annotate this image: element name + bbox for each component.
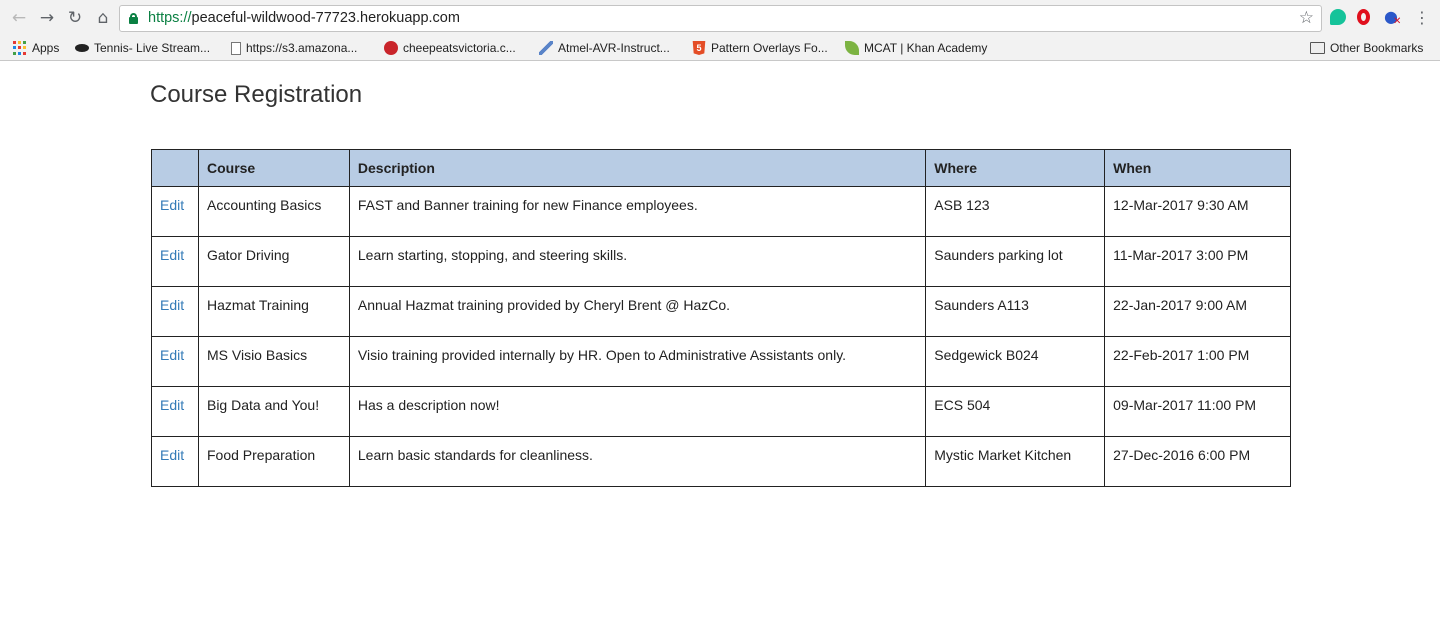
edit-link[interactable]: Edit bbox=[160, 297, 184, 313]
bookmark-mcat[interactable]: MCAT | Khan Academy bbox=[845, 39, 987, 57]
reload-icon[interactable]: ↻ bbox=[65, 8, 85, 28]
course-cell: Food Preparation bbox=[197, 436, 350, 487]
edit-link[interactable]: Edit bbox=[160, 197, 184, 213]
table-row: Edit Food Preparation Learn basic standa… bbox=[151, 436, 1291, 487]
table-row: Edit Accounting Basics FAST and Banner t… bbox=[151, 186, 1291, 237]
bookmark-label: Tennis- Live Stream... bbox=[94, 41, 211, 55]
table-row: Edit Gator Driving Learn starting, stopp… bbox=[151, 236, 1291, 287]
where-cell: Saunders parking lot bbox=[925, 236, 1106, 287]
back-arrow-icon[interactable]: ← bbox=[9, 8, 29, 28]
action-cell: Edit bbox=[151, 436, 199, 487]
crab-icon bbox=[384, 41, 398, 55]
where-cell: Sedgewick B024 bbox=[925, 336, 1106, 387]
lock-icon bbox=[129, 13, 138, 24]
url-text[interactable]: https://peaceful-wildwood-77723.herokuap… bbox=[148, 10, 460, 26]
where-cell: Mystic Market Kitchen bbox=[925, 436, 1106, 487]
forward-arrow-icon[interactable]: → bbox=[37, 8, 57, 28]
leaf-icon bbox=[845, 41, 859, 55]
description-cell: Has a description now! bbox=[348, 386, 927, 437]
bookmarks-bar: Apps Tennis- Live Stream... https://s3.a… bbox=[0, 36, 1440, 60]
edit-link[interactable]: Edit bbox=[160, 447, 184, 463]
course-cell: Accounting Basics bbox=[197, 186, 350, 237]
column-header-where: Where bbox=[925, 149, 1106, 187]
action-cell: Edit bbox=[151, 386, 199, 437]
bookmark-cheepeats[interactable]: cheepeatsvictoria.c... bbox=[384, 39, 516, 57]
column-header-description: Description bbox=[348, 149, 927, 187]
edit-link[interactable]: Edit bbox=[160, 347, 184, 363]
course-cell: Hazmat Training bbox=[197, 286, 350, 337]
address-bar[interactable]: https://peaceful-wildwood-77723.herokuap… bbox=[119, 5, 1322, 32]
where-cell: Saunders A113 bbox=[925, 286, 1106, 337]
opera-extension-icon[interactable] bbox=[1357, 9, 1370, 25]
courses-table: Course Description Where When Edit Accou… bbox=[151, 149, 1291, 487]
table-row: Edit Big Data and You! Has a description… bbox=[151, 386, 1291, 437]
folder-icon bbox=[1310, 42, 1325, 54]
column-header-when: When bbox=[1104, 149, 1291, 187]
description-cell: Learn starting, stopping, and steering s… bbox=[348, 236, 927, 287]
course-cell: Gator Driving bbox=[197, 236, 350, 287]
column-header-course: Course bbox=[197, 149, 350, 187]
action-cell: Edit bbox=[151, 336, 199, 387]
table-row: Edit Hazmat Training Annual Hazmat train… bbox=[151, 286, 1291, 337]
when-cell: 27-Dec-2016 6:00 PM bbox=[1104, 436, 1291, 487]
description-cell: Annual Hazmat training provided by Chery… bbox=[348, 286, 927, 337]
grammarly-extension-icon[interactable] bbox=[1330, 9, 1346, 25]
browser-chrome: ← → ↻ ⌂ https://peaceful-wildwood-77723.… bbox=[0, 0, 1440, 61]
bookmark-other[interactable]: Other Bookmarks bbox=[1310, 39, 1423, 57]
bookmark-label: Other Bookmarks bbox=[1330, 41, 1424, 55]
where-cell: ECS 504 bbox=[925, 386, 1106, 437]
user-extension-icon[interactable]: ● ✕ bbox=[1384, 9, 1401, 28]
url-scheme: https:// bbox=[148, 10, 192, 26]
bookmark-s3[interactable]: https://s3.amazona... bbox=[231, 39, 357, 57]
bookmark-tennis[interactable]: Tennis- Live Stream... bbox=[75, 39, 210, 57]
bookmark-label: cheepeatsvictoria.c... bbox=[403, 41, 516, 55]
course-cell: MS Visio Basics bbox=[197, 336, 350, 387]
url-host: peaceful-wildwood-77723.herokuapp.com bbox=[191, 10, 460, 26]
action-cell: Edit bbox=[151, 236, 199, 287]
apps-grid-icon bbox=[13, 41, 27, 55]
pen-icon bbox=[539, 41, 553, 55]
description-cell: Learn basic standards for cleanliness. bbox=[348, 436, 927, 487]
bookmark-star-icon[interactable]: ☆ bbox=[1299, 8, 1314, 28]
browser-menu-icon[interactable]: ⋮ bbox=[1414, 8, 1430, 27]
bat-icon bbox=[75, 44, 89, 52]
table-row: Edit MS Visio Basics Visio training prov… bbox=[151, 336, 1291, 387]
description-cell: Visio training provided internally by HR… bbox=[348, 336, 927, 387]
action-cell: Edit bbox=[151, 286, 199, 337]
course-cell: Big Data and You! bbox=[197, 386, 350, 437]
edit-link[interactable]: Edit bbox=[160, 247, 184, 263]
bookmark-label: Atmel-AVR-Instruct... bbox=[558, 41, 670, 55]
bookmark-label: https://s3.amazona... bbox=[246, 41, 358, 55]
page-title: Course Registration bbox=[150, 81, 363, 108]
when-cell: 12-Mar-2017 9:30 AM bbox=[1104, 186, 1291, 237]
html5-icon: 5 bbox=[692, 41, 706, 55]
bookmark-label: MCAT | Khan Academy bbox=[864, 41, 988, 55]
navigation-bar: ← → ↻ ⌂ https://peaceful-wildwood-77723.… bbox=[0, 0, 1440, 36]
where-cell: ASB 123 bbox=[925, 186, 1106, 237]
bookmark-apps[interactable]: Apps bbox=[13, 39, 59, 57]
bookmark-pattern-overlays[interactable]: 5 Pattern Overlays Fo... bbox=[692, 39, 828, 57]
bookmark-atmel[interactable]: Atmel-AVR-Instruct... bbox=[539, 39, 670, 57]
action-cell: Edit bbox=[151, 186, 199, 237]
bookmark-label: Apps bbox=[32, 41, 60, 55]
edit-link[interactable]: Edit bbox=[160, 397, 184, 413]
home-icon[interactable]: ⌂ bbox=[93, 8, 113, 28]
page-icon bbox=[231, 41, 241, 55]
when-cell: 22-Feb-2017 1:00 PM bbox=[1104, 336, 1291, 387]
column-header-actions bbox=[151, 149, 199, 187]
when-cell: 09-Mar-2017 11:00 PM bbox=[1104, 386, 1291, 437]
when-cell: 11-Mar-2017 3:00 PM bbox=[1104, 236, 1291, 287]
bookmark-label: Pattern Overlays Fo... bbox=[711, 41, 828, 55]
when-cell: 22-Jan-2017 9:00 AM bbox=[1104, 286, 1291, 337]
table-header-row: Course Description Where When bbox=[151, 149, 1291, 187]
description-cell: FAST and Banner training for new Finance… bbox=[348, 186, 927, 237]
